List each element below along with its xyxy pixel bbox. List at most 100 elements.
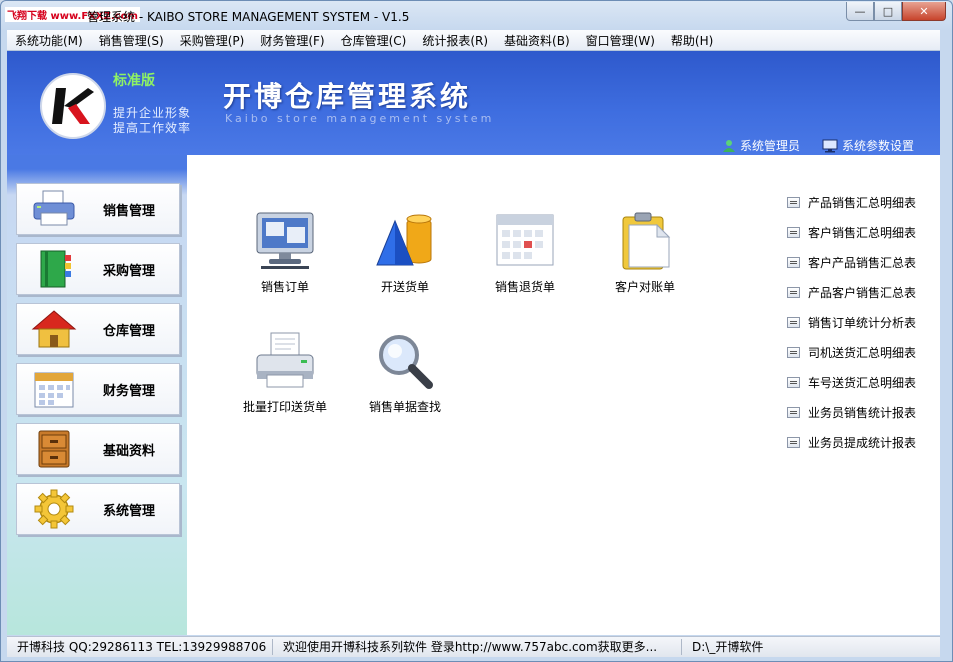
sidebar-item-label: 销售管理	[103, 203, 156, 219]
cabinet-icon	[29, 427, 79, 471]
edition-label: 标准版	[113, 73, 155, 89]
report-label: 客户产品销售汇总表	[808, 255, 917, 270]
magnifier-icon	[350, 329, 460, 393]
user-icon	[722, 139, 735, 152]
report-label: 销售订单统计分析表	[808, 315, 917, 330]
report-icon	[787, 406, 800, 418]
function-batch-print[interactable]: 批量打印送货单	[220, 329, 350, 415]
sidebar-item-purchase[interactable]: 采购管理	[16, 243, 180, 295]
app-subtitle: Kaibo store management system	[225, 112, 495, 125]
report-link[interactable]: 业务员提成统计报表	[787, 427, 937, 457]
sidebar-item-warehouse[interactable]: 仓库管理	[16, 303, 180, 355]
slogan-line1: 提升企业形象	[113, 106, 192, 120]
report-link[interactable]: 产品客户销售汇总表	[787, 277, 937, 307]
logo	[40, 73, 106, 139]
menu-reports[interactable]: 统计报表(R)	[414, 32, 496, 49]
function-customer-statement[interactable]: 客户对账单	[590, 209, 700, 295]
report-icon	[787, 436, 800, 448]
report-icon	[787, 226, 800, 238]
function-delivery-note[interactable]: 开送货单	[350, 209, 460, 295]
client-area: 标准版 提升企业形象 提高工作效率 开博仓库管理系统 Kaibo store m…	[7, 51, 940, 635]
close-button[interactable]: ✕	[902, 2, 946, 21]
report-label: 业务员销售统计报表	[808, 405, 917, 420]
function-sales-order[interactable]: 销售订单	[230, 209, 340, 295]
monitor-settings-icon	[822, 139, 838, 152]
report-link[interactable]: 产品销售汇总明细表	[787, 187, 937, 217]
function-label: 销售单据查找	[368, 400, 441, 414]
title-bar[interactable]: 飞翔下载 www.FXXZ.com 管理系统 - KAIBO STORE MAN…	[1, 1, 952, 29]
user-link-label: 系统管理员	[739, 139, 800, 153]
function-document-search[interactable]: 销售单据查找	[350, 329, 460, 415]
report-icon	[787, 256, 800, 268]
function-sales-return[interactable]: 销售退货单	[470, 209, 580, 295]
window-controls: — □ ✕	[846, 2, 946, 21]
status-path: D:\_开博软件	[692, 640, 764, 654]
shapes-icon	[350, 209, 460, 273]
report-label: 产品销售汇总明细表	[808, 195, 917, 210]
menu-finance[interactable]: 财务管理(F)	[252, 32, 332, 49]
printer-icon	[220, 329, 350, 393]
monitor-icon	[230, 209, 340, 273]
banner: 标准版 提升企业形象 提高工作效率 开博仓库管理系统 Kaibo store m…	[7, 51, 940, 155]
sidebar-item-label: 基础资料	[103, 443, 156, 459]
sidebar-item-system[interactable]: 系统管理	[16, 483, 180, 535]
sidebar-item-label: 采购管理	[103, 263, 156, 279]
calendar-icon	[29, 367, 79, 411]
function-label: 客户对账单	[614, 280, 675, 294]
sidebar-item-label: 财务管理	[103, 383, 156, 399]
menu-help[interactable]: 帮助(H)	[663, 32, 721, 49]
slogan: 提升企业形象 提高工作效率	[113, 106, 191, 136]
sidebar-item-label: 仓库管理	[103, 323, 156, 339]
status-bar: 开博科技 QQ:29286113 TEL:13929988706 欢迎使用开博科…	[7, 636, 940, 657]
calendar-icon	[470, 209, 580, 273]
sidebar-item-basic-data[interactable]: 基础资料	[16, 423, 180, 475]
report-link[interactable]: 车号送货汇总明细表	[787, 367, 937, 397]
app-title: 开博仓库管理系统	[223, 80, 472, 113]
report-label: 司机送货汇总明细表	[808, 345, 917, 360]
report-link[interactable]: 客户产品销售汇总表	[787, 247, 937, 277]
menu-purchase[interactable]: 采购管理(P)	[172, 32, 253, 49]
maximize-button[interactable]: □	[874, 2, 902, 21]
banner-links: 系统管理员 系统参数设置	[722, 137, 914, 154]
app-window: 飞翔下载 www.FXXZ.com 管理系统 - KAIBO STORE MAN…	[0, 0, 953, 662]
report-link[interactable]: 销售订单统计分析表	[787, 307, 937, 337]
clipboard-icon	[590, 209, 700, 273]
menu-system[interactable]: 系统功能(M)	[7, 32, 91, 49]
menu-warehouse[interactable]: 仓库管理(C)	[333, 32, 415, 49]
function-label: 开送货单	[380, 280, 429, 294]
report-list: 产品销售汇总明细表 客户销售汇总明细表 客户产品销售汇总表 产品客户销售汇总表 …	[787, 187, 937, 457]
report-link[interactable]: 客户销售汇总明细表	[787, 217, 937, 247]
report-icon	[787, 196, 800, 208]
report-link[interactable]: 业务员销售统计报表	[787, 397, 937, 427]
book-icon	[29, 247, 79, 291]
report-icon	[787, 346, 800, 358]
logo-k-icon	[52, 88, 94, 124]
minimize-button[interactable]: —	[846, 2, 874, 21]
slogan-line2: 提高工作效率	[113, 121, 192, 135]
window-title: 管理系统 - KAIBO STORE MANAGEMENT SYSTEM - V…	[87, 10, 410, 24]
function-label: 销售退货单	[494, 280, 555, 294]
printer-icon	[29, 187, 79, 231]
report-icon	[787, 376, 800, 388]
sidebar-item-sales[interactable]: 销售管理	[16, 183, 180, 235]
gear-icon	[29, 487, 79, 531]
sidebar-item-label: 系统管理	[103, 503, 156, 519]
function-panel: 销售订单 开送货单 销售退货单 客户对账单 批量打印送货单 销售单据查找	[187, 155, 777, 635]
user-link[interactable]: 系统管理员	[722, 137, 800, 154]
settings-link-label: 系统参数设置	[841, 139, 914, 153]
status-welcome: 欢迎使用开博科技系列软件 登录http://www.757abc.com获取更多…	[273, 639, 682, 655]
report-label: 产品客户销售汇总表	[808, 285, 917, 300]
function-label: 销售订单	[260, 280, 309, 294]
menu-basic-data[interactable]: 基础资料(B)	[496, 32, 578, 49]
sidebar: 销售管理 采购管理 仓库管理 财务管理 基础资料 系统管理	[7, 155, 187, 635]
report-label: 业务员提成统计报表	[808, 435, 917, 450]
status-company: 开博科技 QQ:29286113 TEL:13929988706	[7, 639, 273, 655]
report-link[interactable]: 司机送货汇总明细表	[787, 337, 937, 367]
settings-link[interactable]: 系统参数设置	[822, 137, 914, 154]
menu-sales[interactable]: 销售管理(S)	[91, 32, 172, 49]
report-label: 车号送货汇总明细表	[808, 375, 917, 390]
report-icon	[787, 316, 800, 328]
menu-window[interactable]: 窗口管理(W)	[578, 32, 663, 49]
function-label: 批量打印送货单	[242, 400, 327, 414]
sidebar-item-finance[interactable]: 财务管理	[16, 363, 180, 415]
